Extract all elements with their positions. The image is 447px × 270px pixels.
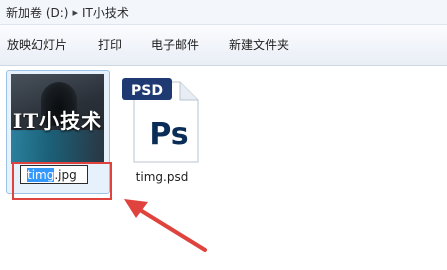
breadcrumb-folder[interactable]: IT小技术: [82, 4, 129, 21]
ps-letters: Ps: [149, 117, 188, 152]
thumbnail-band: [11, 130, 104, 164]
breadcrumb-separator[interactable]: ▸: [72, 6, 78, 19]
address-bar[interactable]: 新加卷 (D:) ▸ IT小技术: [0, 0, 447, 25]
breadcrumb-drive[interactable]: 新加卷 (D:): [6, 4, 68, 21]
annotation-highlight-box: [12, 162, 112, 200]
photoshop-file-icon[interactable]: Ps PSD: [120, 76, 204, 164]
file-label-timg-psd[interactable]: timg.psd: [120, 170, 204, 184]
image-thumbnail[interactable]: IT小技术: [11, 74, 104, 164]
thumbnail-text: IT小技术: [12, 109, 103, 133]
file-list[interactable]: IT小技术 timg.jpg Ps PSD timg.psd: [0, 66, 447, 270]
slideshow-button[interactable]: 放映幻灯片: [4, 35, 70, 55]
new-folder-button[interactable]: 新建文件夹: [226, 35, 292, 55]
print-button[interactable]: 打印: [95, 35, 125, 55]
psd-tab-text: PSD: [131, 83, 163, 99]
breadcrumb: 新加卷 (D:) ▸ IT小技术: [6, 3, 129, 21]
command-toolbar: 放映幻灯片 打印 电子邮件 新建文件夹: [0, 25, 447, 66]
email-button[interactable]: 电子邮件: [148, 35, 202, 55]
